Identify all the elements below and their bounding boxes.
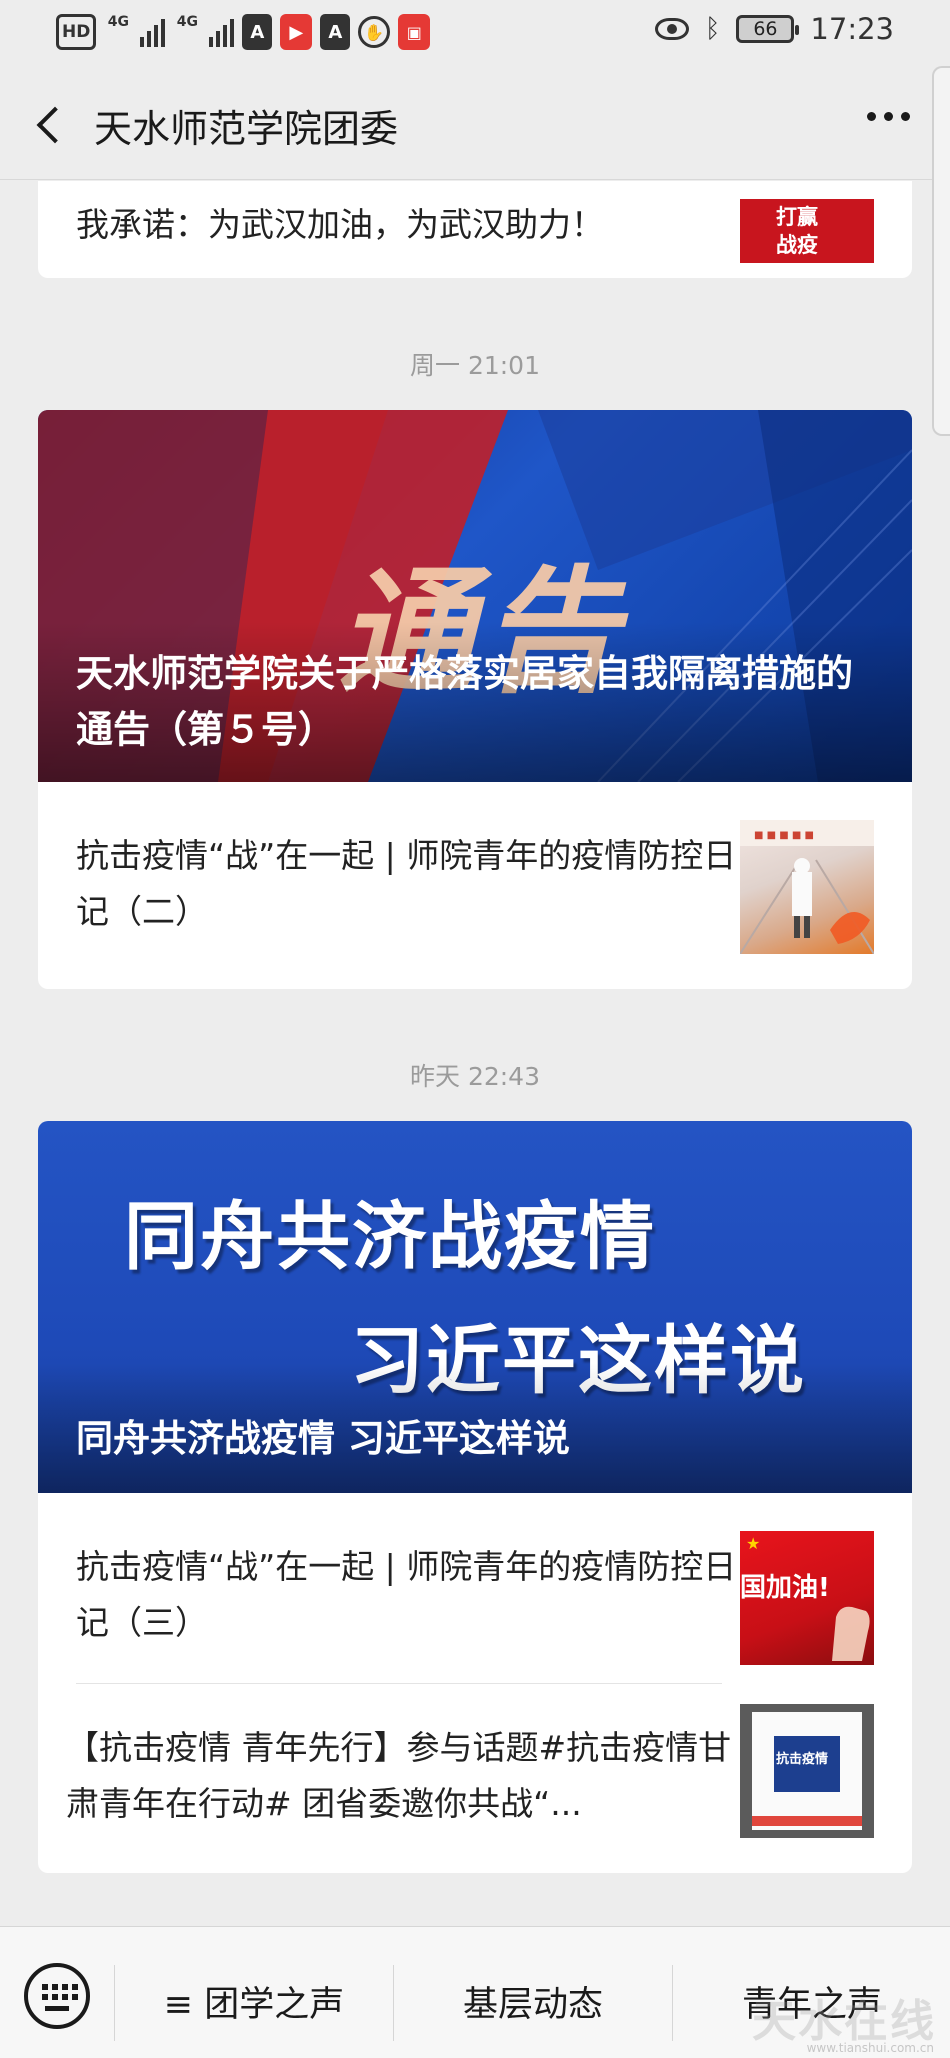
network-4g-label-1: 4G bbox=[107, 14, 129, 30]
hand-app-icon: ✋ bbox=[358, 16, 391, 48]
app-a-icon-2: A bbox=[320, 14, 351, 50]
hero-image-text-line-1: 同舟共济战疫情 bbox=[124, 1194, 656, 1280]
article-thumbnail[interactable]: 打赢战疫 bbox=[740, 199, 874, 263]
status-bar: HD 4G 4G A ▶ A ✋ ▣ ᛒ 66 17:23 bbox=[0, 0, 950, 66]
message-feed[interactable]: 我承诺：为武汉加油，为武汉助力！ 打赢战疫 周一 21:01 通告 天水师范学院… bbox=[0, 181, 950, 1926]
article-group-card: 通告 天水师范学院关于严格落实居家自我隔离措施的通告（第５号） 抗击疫情“战”在… bbox=[38, 410, 912, 989]
timestamp: 昨天 22:43 bbox=[410, 1062, 540, 1091]
fist-graphic: ★ bbox=[746, 1534, 870, 1661]
article-thumbnail[interactable]: 国加油! ★ bbox=[740, 1531, 874, 1665]
thumbnail-caption: 抗击疫情 bbox=[776, 1752, 829, 1767]
watermark-url: www.tianshui.com.cn bbox=[806, 2041, 934, 2055]
battery-icon: 66 bbox=[736, 15, 800, 43]
menu-item-jiceng[interactable]: 基层动态 bbox=[394, 1971, 672, 2031]
svg-text:★: ★ bbox=[746, 1534, 760, 1553]
eye-comfort-icon bbox=[654, 18, 689, 40]
clock: 17:23 bbox=[810, 12, 894, 46]
hero-article-title[interactable]: 同舟共济战疫情 习近平这样说 bbox=[76, 1411, 886, 1467]
svg-text:■ ■ ■ ■ ■: ■ ■ ■ ■ ■ bbox=[754, 830, 814, 841]
thumbnail-image: ■ ■ ■ ■ ■ bbox=[740, 820, 874, 954]
article-title[interactable]: 抗击疫情“战”在一起 | 师院青年的疫情防控日记（二） bbox=[76, 828, 746, 940]
network-4g-label-2: 4G bbox=[176, 14, 198, 30]
menu-item-tuanxue[interactable]: ≡ 团学之声 bbox=[115, 1971, 393, 2031]
thumbnail-caption: 打赢战疫 bbox=[776, 205, 818, 257]
article-group-card: 同舟共济战疫情 习近平这样说 同舟共济战疫情 习近平这样说 抗击疫情“战”在一起… bbox=[38, 1121, 912, 1873]
hero-article[interactable]: 通告 天水师范学院关于严格落实居家自我隔离措施的通告（第５号） bbox=[38, 410, 912, 782]
hero-article[interactable]: 同舟共济战疫情 习近平这样说 同舟共济战疫情 习近平这样说 bbox=[38, 1121, 912, 1493]
more-dots-icon[interactable] bbox=[867, 112, 910, 121]
hero-article-title[interactable]: 天水师范学院关于严格落实居家自我隔离措施的通告（第５号） bbox=[76, 646, 886, 758]
article-item[interactable]: 【抗击疫情 青年先行】参与话题#抗击疫情甘肃青年在行动# 团省委邀你共战“...… bbox=[38, 1684, 912, 1873]
status-icons-left: HD 4G 4G A ▶ A ✋ ▣ bbox=[56, 14, 431, 50]
app-a-icon-1: A bbox=[242, 14, 273, 50]
hd-indicator: HD bbox=[56, 14, 97, 50]
timestamp: 周一 21:01 bbox=[410, 351, 540, 380]
bottom-menu: ≡ 团学之声 基层动态 青年之声 天水在线 www.tianshui.com.c… bbox=[0, 1926, 950, 2058]
status-icons-right: ᛒ 66 17:23 bbox=[654, 12, 894, 46]
keyboard-icon[interactable] bbox=[24, 1963, 90, 2029]
watermark-text: 天水在线 bbox=[752, 1996, 936, 2047]
nav-bar: 天水师范学院团委 bbox=[0, 66, 950, 180]
article-title[interactable]: 【抗击疫情 青年先行】参与话题#抗击疫情甘肃青年在行动# 团省委邀你共战“... bbox=[66, 1720, 756, 1832]
article-item[interactable]: 抗击疫情“战”在一起 | 师院青年的疫情防控日记（二） ■ ■ ■ ■ ■ bbox=[38, 782, 912, 989]
signal-icon-1 bbox=[140, 17, 166, 47]
bluetooth-icon: ᛒ bbox=[704, 14, 721, 44]
article-card-partial[interactable]: 我承诺：为武汉加油，为武汉助力！ 打赢战疫 bbox=[38, 181, 912, 278]
thumbnail-button bbox=[752, 1816, 862, 1826]
video-app-icon: ▶ bbox=[280, 14, 313, 50]
chevron-left-icon[interactable] bbox=[30, 104, 70, 148]
article-title[interactable]: 我承诺：为武汉加油，为武汉助力！ bbox=[76, 197, 746, 253]
account-title: 天水师范学院团委 bbox=[94, 107, 399, 151]
article-title[interactable]: 抗击疫情“战”在一起 | 师院青年的疫情防控日记（三） bbox=[76, 1539, 746, 1651]
book-app-icon: ▣ bbox=[398, 14, 431, 50]
signal-icon-2 bbox=[209, 17, 235, 47]
article-thumbnail[interactable]: 抗击疫情 bbox=[740, 1704, 874, 1838]
article-item[interactable]: 抗击疫情“战”在一起 | 师院青年的疫情防控日记（三） 国加油! ★ bbox=[38, 1493, 912, 1683]
article-thumbnail[interactable]: ■ ■ ■ ■ ■ bbox=[740, 820, 874, 954]
